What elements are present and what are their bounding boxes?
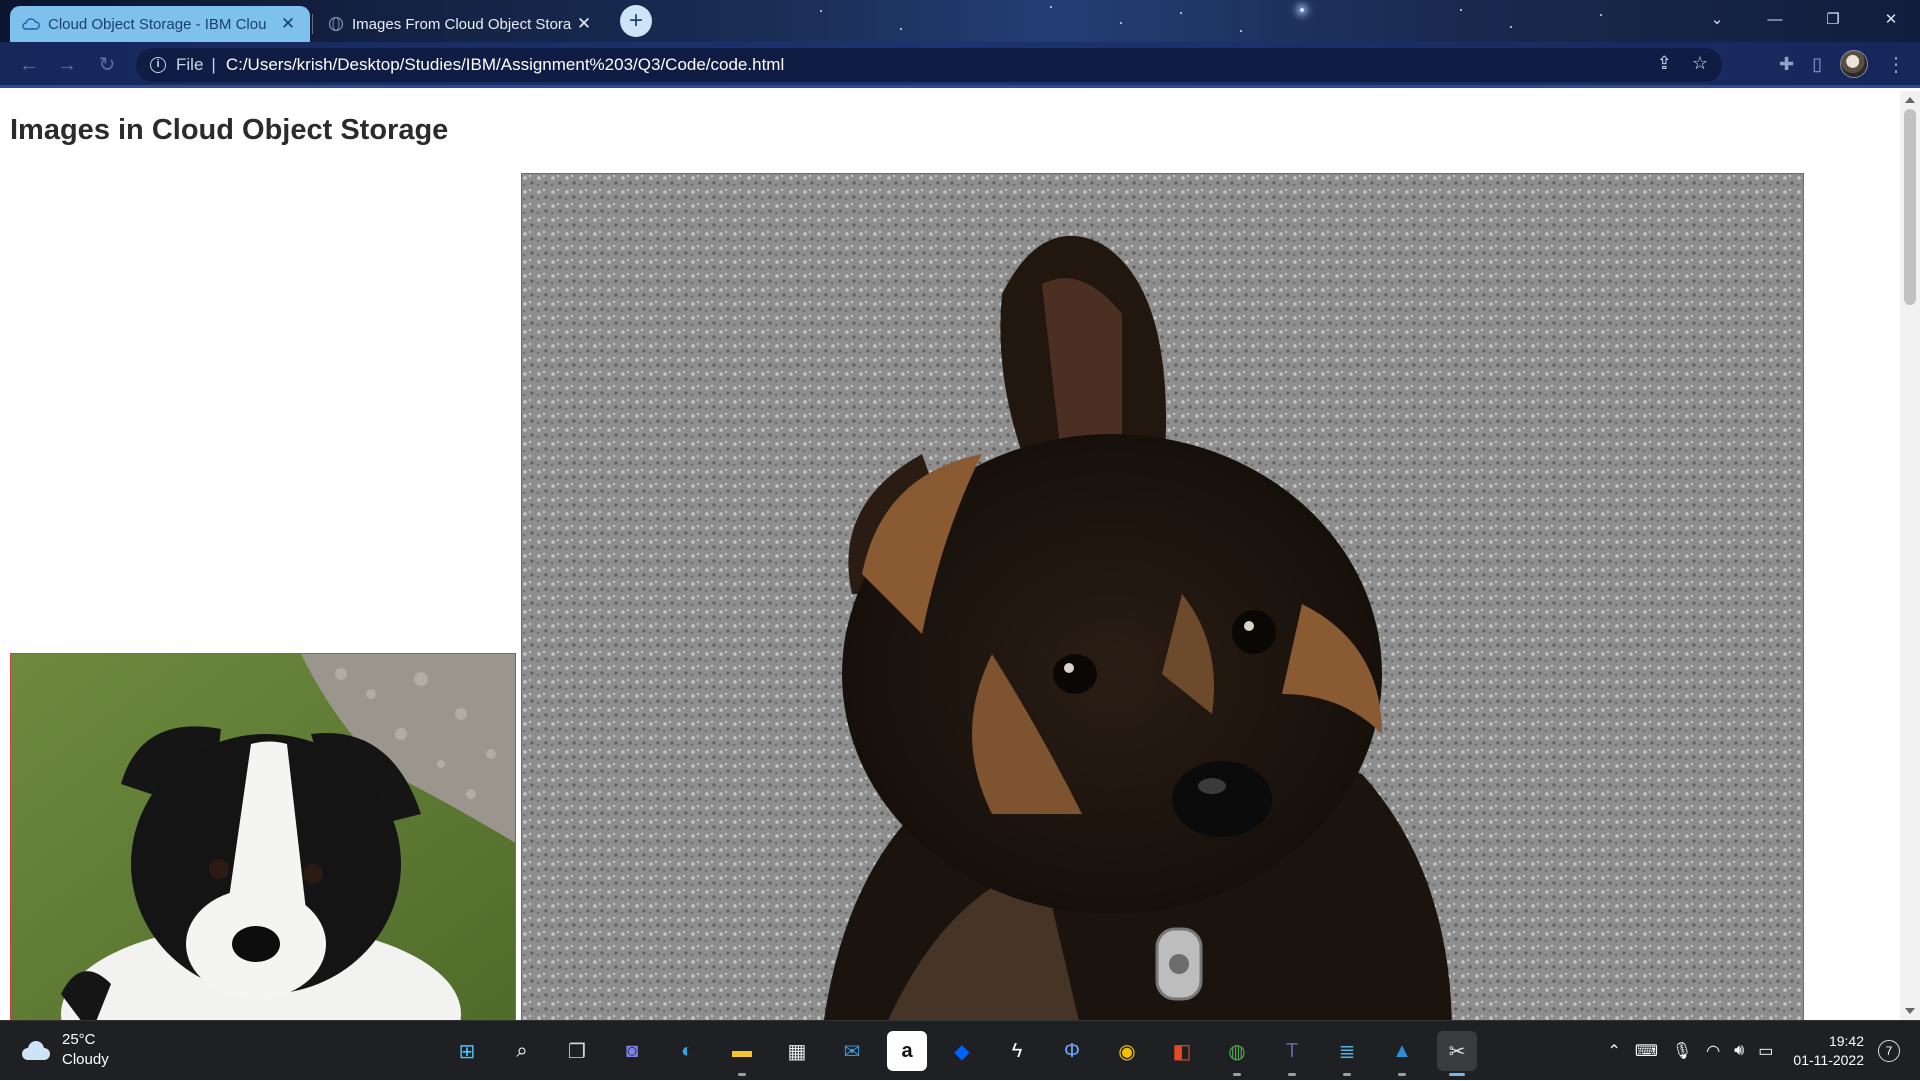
tab-cloud-object-storage[interactable]: Cloud Object Storage - IBM Clou ✕ [10,6,310,42]
chevron-up-icon[interactable]: ⌃ [1607,1041,1620,1061]
share-icon[interactable]: ⇪ [1657,53,1672,74]
volume-icon[interactable]: 🔊︎ [1734,1042,1744,1060]
norton-icon[interactable]: ◉ [1107,1031,1147,1071]
address-url[interactable]: C:/Users/krish/Desktop/Studies/IBM/Assig… [226,55,784,75]
store-icon[interactable]: ▦ [777,1031,817,1071]
clock-date: 01-11-2022 [1793,1052,1864,1068]
edge-glyph: ◐ [680,1039,694,1062]
tab-images-from-cloud-object-storage[interactable]: Images From Cloud Object Stora ✕ [316,6,606,42]
keyboard-icon[interactable]: ⌨ [1635,1041,1658,1061]
extensions-puzzle-icon[interactable]: ✚ [1779,54,1794,75]
teams-chat-glyph: ◙ [625,1039,639,1062]
bookmark-star-icon[interactable]: ☆ [1692,53,1708,74]
clock-time: 19:42 [1828,1033,1864,1049]
weather-condition: Cloudy [62,1051,109,1068]
file-explorer-icon[interactable]: ▬ [722,1031,762,1076]
bolt-app-icon[interactable]: ϟ [997,1031,1037,1071]
chrome-glyph: ◍ [1228,1040,1246,1063]
more-menu-icon[interactable]: ⋮ [1886,52,1906,77]
profile-avatar[interactable] [1840,50,1868,78]
side-panel-icon[interactable]: ▯ [1812,54,1822,75]
notepad-icon[interactable]: ≣ [1327,1031,1367,1076]
photos-icon[interactable]: ▲ [1382,1031,1422,1076]
tab-title: Cloud Object Storage - IBM Clou [48,15,267,33]
reload-icon[interactable]: ↻ [92,51,122,79]
weather-temperature: 25°C [62,1031,96,1048]
address-separator: | [211,55,216,74]
forward-arrow-icon[interactable]: → [52,51,82,79]
amazon-glyph: a [901,1039,913,1062]
edge-icon[interactable]: ◐ [667,1031,707,1071]
search-glyph: ⌕ [516,1039,528,1062]
info-icon[interactable]: i [150,57,166,73]
chrome-icon[interactable]: ◍ [1217,1031,1257,1076]
battery-icon[interactable]: ▭ [1758,1041,1773,1061]
page-viewport: Images in Cloud Object Storage [0,91,1900,1020]
address-bar[interactable]: i File | C:/Users/krish/Desktop/Studies/… [136,48,1722,82]
notification-count-badge[interactable]: 7 [1878,1040,1900,1062]
system-tray: ⌃ ⌨ 🎙︎ ◠ 🔊︎ ▭ 19:42 01-11-2022 7 [1607,1021,1900,1081]
restore-icon[interactable]: ❐ [1804,0,1862,42]
close-tab-icon[interactable]: ✕ [278,14,298,34]
minimize-icon[interactable]: — [1746,0,1804,42]
back-arrow-icon[interactable]: ← [14,51,44,79]
phone-link-icon[interactable]: Φ [1052,1031,1092,1071]
clock[interactable]: 19:42 01-11-2022 [1793,1032,1864,1070]
teams-glyph: T [1285,1039,1299,1062]
mail-glyph: ✉ [843,1040,861,1063]
tab-strip: Cloud Object Storage - IBM Clou ✕ Images… [0,0,1920,42]
task-view-glyph: ❐ [568,1040,586,1063]
scroll-thumb[interactable] [1904,109,1916,305]
wifi-icon[interactable]: ◠ [1706,1041,1720,1061]
search-icon[interactable]: ⌕ [502,1031,542,1071]
dropbox-glyph: ◆ [954,1040,970,1063]
teams-chat-icon[interactable]: ◙ [612,1031,652,1071]
scroll-up-arrow-icon[interactable] [1905,97,1915,103]
taskbar-apps: ⊞ ⌕ ❐ ◙ ◐ ▬ ▦ ✉ a ◆ ϟ Φ ◉ ◧ ◍ T ≣ ▲ ✂ [447,1031,1477,1076]
tab-title: Images From Cloud Object Stora [352,15,572,33]
file-explorer-glyph: ▬ [732,1039,752,1062]
weather-widget[interactable]: 25°C Cloudy [20,1030,109,1070]
address-scheme: File [176,55,204,74]
amazon-icon[interactable]: a [887,1031,927,1071]
snipping-tool-icon[interactable]: ✂ [1437,1031,1477,1076]
notepad-glyph: ≣ [1338,1040,1356,1063]
browser-toolbar: ← → ↻ i File | C:/Users/krish/Desktop/St… [0,42,1920,88]
store-glyph: ▦ [787,1040,807,1063]
task-view-icon[interactable]: ❐ [557,1031,597,1071]
german-shepherd-image [521,173,1804,1020]
page-scrollbar[interactable] [1900,91,1920,1020]
phone-link-glyph: Φ [1064,1039,1080,1062]
close-icon[interactable]: ✕ [1862,0,1920,42]
mic-muted-icon[interactable]: 🎙︎ [1672,1041,1692,1061]
border-collie-image [10,653,516,1020]
dropbox-icon[interactable]: ◆ [942,1031,982,1071]
window-controls: ⌄ — ❐ ✕ [1688,0,1920,42]
teams-icon[interactable]: T [1272,1031,1312,1076]
chevron-down-icon[interactable]: ⌄ [1688,0,1746,42]
windows-taskbar: 25°C Cloudy ⊞ ⌕ ❐ ◙ ◐ ▬ ▦ ✉ a ◆ ϟ Φ ◉ ◧ ◍ T ≣ ▲ ✂ ⌃ ⌨ 🎙︎ ◠… [0,1020,1920,1080]
scroll-down-arrow-icon[interactable] [1905,1008,1915,1014]
cloud-icon [20,1040,52,1060]
snipping-tool-glyph: ✂ [1448,1040,1466,1063]
start-glyph: ⊞ [458,1040,476,1063]
cloud-icon [22,18,40,30]
close-tab-icon[interactable]: ✕ [574,14,594,34]
globe-icon [328,16,344,32]
photos-glyph: ▲ [1392,1039,1412,1062]
office-icon[interactable]: ◧ [1162,1031,1202,1071]
new-tab-button[interactable]: + [620,5,652,37]
tab-divider [312,14,313,34]
office-glyph: ◧ [1172,1040,1192,1063]
page-title: Images in Cloud Object Storage [10,114,449,146]
bolt-app-glyph: ϟ [1011,1039,1023,1062]
norton-glyph: ◉ [1118,1040,1136,1063]
start-icon[interactable]: ⊞ [447,1031,487,1071]
mail-icon[interactable]: ✉ [832,1031,872,1071]
